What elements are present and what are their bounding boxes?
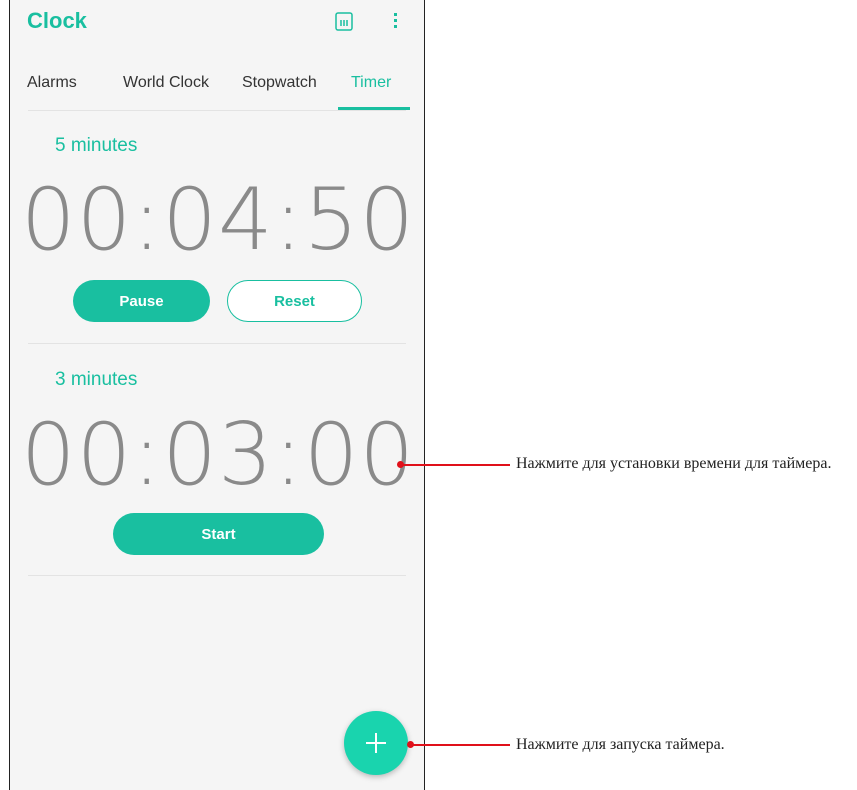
- callout-line: [411, 744, 510, 746]
- timer-divider: [28, 575, 406, 576]
- tab-stopwatch[interactable]: Stopwatch: [242, 74, 317, 92]
- timer-1-display[interactable]: 00:04:50: [10, 170, 424, 270]
- tab-world-clock[interactable]: World Clock: [123, 74, 209, 92]
- pause-button[interactable]: Pause: [73, 280, 210, 322]
- tab-timer[interactable]: Timer: [351, 74, 391, 92]
- timer-1-label: 5 minutes: [55, 135, 138, 156]
- start-button[interactable]: Start: [113, 513, 324, 555]
- reset-button[interactable]: Reset: [227, 280, 362, 322]
- tab-alarms[interactable]: Alarms: [27, 74, 77, 92]
- app-title: Clock: [27, 8, 87, 33]
- tabs-divider: [28, 110, 406, 111]
- callout-set-time: Нажмите для установки времени для таймер…: [516, 455, 832, 472]
- timer-2-label: 3 minutes: [55, 369, 138, 390]
- phone-screen: Clock Alarms World Clock Stopwatch Timer…: [9, 0, 425, 790]
- timer-list-icon[interactable]: [334, 10, 354, 32]
- more-menu-icon[interactable]: [392, 10, 400, 32]
- plus-icon: [375, 733, 377, 753]
- timer-divider: [28, 343, 406, 344]
- callout-start-timer: Нажмите для запуска таймера.: [516, 736, 725, 753]
- add-timer-button[interactable]: [344, 711, 408, 775]
- tab-bar: Alarms World Clock Stopwatch Timer: [10, 60, 423, 110]
- callout-line: [401, 464, 510, 466]
- timer-2-display[interactable]: 00:03:00: [10, 405, 424, 505]
